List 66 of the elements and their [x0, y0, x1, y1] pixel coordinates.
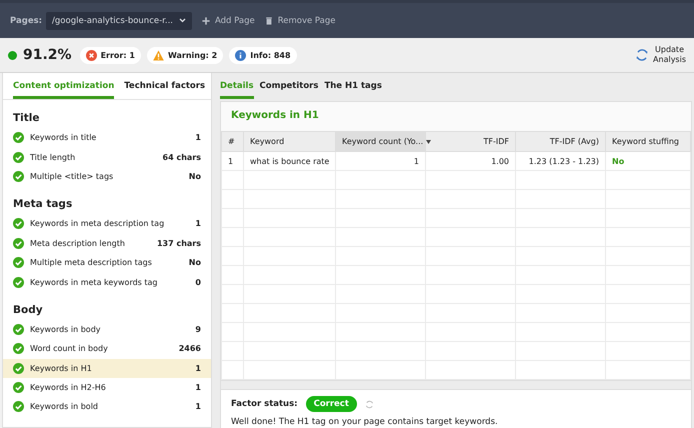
check-icon [13, 170, 24, 182]
splitter-handle[interactable] [221, 380, 691, 390]
page-select[interactable]: /google-analytics-bounce-r... [46, 12, 192, 30]
factor-row[interactable]: Keywords in H2-H6 1 [3, 378, 211, 398]
factor-row[interactable]: Keywords in H1 1 [3, 358, 211, 378]
factor-row[interactable]: Multiple <title> tags No [3, 166, 211, 186]
plus-icon [202, 16, 210, 24]
status-badge: Correct [306, 396, 357, 412]
factor-row[interactable]: Keywords in bold 1 [3, 397, 211, 417]
check-icon [13, 362, 24, 374]
column-header[interactable]: # [222, 132, 244, 152]
column-header[interactable]: Keyword stuffing [606, 132, 690, 152]
update-analysis-button[interactable]: Update Analysis [635, 45, 686, 65]
chevron-down-icon [178, 18, 186, 23]
factor-row[interactable]: Keywords in meta description tag 1 [3, 214, 211, 234]
table-cell: what is bounce rate [244, 152, 336, 170]
factor-row[interactable]: Keywords in title 1 [3, 128, 211, 148]
check-icon [13, 132, 24, 144]
refresh-icon [635, 48, 650, 62]
panel-tab[interactable]: Content optimization [13, 73, 114, 99]
section-heading: Body [12, 302, 44, 318]
column-header[interactable]: TF-IDF (Avg) [516, 132, 606, 152]
factor-status-label: Factor status: [231, 399, 298, 409]
error-badge[interactable]: Error: 1 [80, 46, 141, 64]
table-cell: 1 [222, 152, 244, 170]
check-icon [13, 324, 24, 335]
check-icon [13, 382, 24, 394]
check-icon [13, 257, 24, 268]
table-cell: No [606, 152, 690, 170]
sort-down-icon [426, 140, 431, 144]
factor-row[interactable]: Keywords in meta keywords tag 0 [3, 272, 211, 292]
check-icon [13, 152, 24, 163]
check-icon [13, 276, 24, 288]
remove-page-button[interactable]: Remove Page [264, 16, 336, 26]
warning-badge[interactable]: Warning: 2 [146, 46, 224, 64]
pages-label: Pages: [10, 16, 42, 26]
status-dot [8, 50, 17, 60]
table-cell: 1.23 (1.23 - 1.23) [516, 152, 606, 170]
column-header[interactable]: Keyword [244, 132, 336, 152]
column-header[interactable]: TF-IDF [426, 132, 516, 152]
trash-icon [264, 16, 273, 24]
error-icon [86, 50, 97, 60]
status-message: Well done! The H1 tag on your page contains target keywords. [231, 417, 499, 427]
score-value: 91.2% [23, 47, 72, 63]
warning-icon [152, 50, 164, 60]
section-heading: Title [12, 111, 41, 126]
check-icon [13, 343, 24, 354]
factor-row[interactable]: Meta description length 137 chars [3, 234, 211, 253]
factor-row[interactable]: Multiple meta description tags No [3, 252, 211, 272]
table-cell: 1 [336, 152, 426, 170]
details-tab[interactable]: Competitors [260, 73, 318, 99]
panel-tab[interactable]: Technical factors [124, 73, 206, 99]
table-cell: 1.00 [426, 152, 516, 170]
details-tab[interactable]: The H1 tags [324, 73, 382, 99]
factor-row[interactable]: Word count in body 2466 [3, 339, 211, 359]
section-heading: Meta tags [12, 197, 74, 212]
factor-row[interactable]: Keywords in body 9 [3, 320, 211, 340]
check-icon [13, 238, 24, 249]
check-icon [13, 401, 24, 412]
details-title: Keywords in H1 [221, 102, 691, 132]
info-icon [235, 50, 246, 60]
factor-row[interactable]: Title length 64 chars [3, 147, 211, 167]
check-icon [13, 218, 24, 230]
refresh-icon[interactable] [364, 400, 374, 408]
add-page-button[interactable]: Add Page [202, 16, 255, 26]
info-badge[interactable]: Info: 848 [229, 46, 297, 64]
